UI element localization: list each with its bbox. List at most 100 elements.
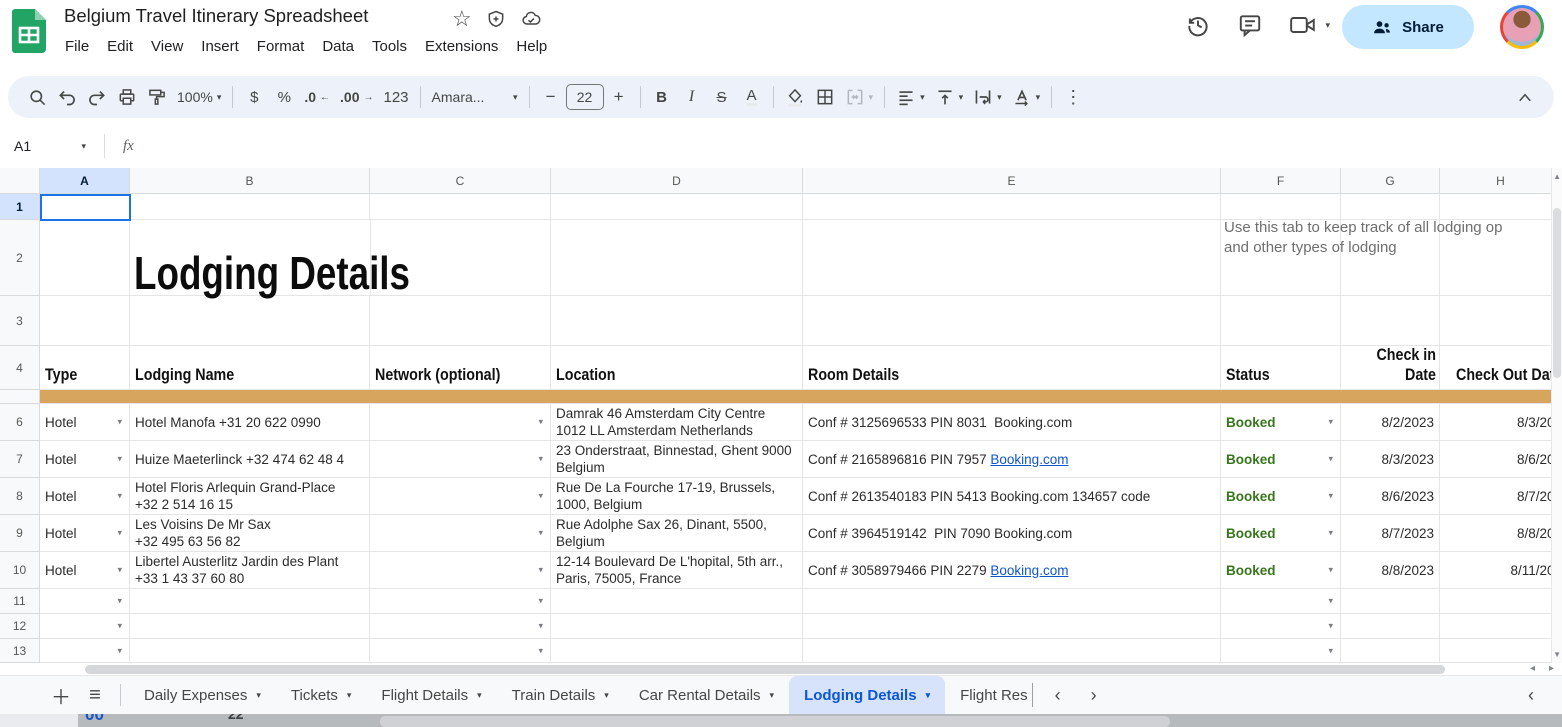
tab-car-rental-details[interactable]: Car Rental Details▾ bbox=[624, 676, 789, 714]
print-icon[interactable] bbox=[112, 81, 142, 113]
bold-icon[interactable]: B bbox=[647, 81, 677, 113]
cell[interactable] bbox=[370, 194, 551, 220]
cell[interactable] bbox=[803, 390, 1221, 404]
cell-check-out[interactable]: 8/3/202 bbox=[1440, 404, 1562, 441]
menu-extensions[interactable]: Extensions bbox=[416, 34, 507, 59]
version-history-icon[interactable] bbox=[1185, 12, 1211, 38]
tab-flight-details[interactable]: Flight Details▾ bbox=[366, 676, 496, 714]
cell-check-out[interactable]: 8/6/202 bbox=[1440, 441, 1562, 478]
cell-check-out[interactable]: 8/11/202 bbox=[1440, 552, 1562, 589]
row-header-10[interactable]: 10 bbox=[0, 552, 40, 589]
cell[interactable] bbox=[130, 296, 370, 346]
cell-location[interactable]: Rue De La Fourche 17-19, Brussels, 1000,… bbox=[551, 478, 803, 515]
cell-location[interactable]: Rue Adolphe Sax 26, Dinant, 5500, Belgiu… bbox=[551, 515, 803, 552]
column-header-A[interactable]: A bbox=[40, 168, 130, 194]
menu-file[interactable]: File bbox=[56, 34, 98, 59]
cell-type[interactable]: ▾ bbox=[40, 639, 130, 663]
tab-dropdown-icon[interactable]: ▾ bbox=[477, 690, 482, 701]
cell[interactable] bbox=[803, 639, 1221, 663]
zoom-select[interactable]: 100%▾ bbox=[172, 81, 226, 113]
formula-input[interactable] bbox=[134, 124, 1562, 168]
undo-icon[interactable] bbox=[52, 81, 82, 113]
tab-tickets[interactable]: Tickets▾ bbox=[276, 676, 366, 714]
booking-link[interactable]: Booking.com bbox=[990, 563, 1068, 578]
cell-location[interactable]: Damrak 46 Amsterdam City Centre 1012 LL … bbox=[551, 404, 803, 441]
menu-view[interactable]: View bbox=[142, 34, 192, 59]
cell[interactable] bbox=[551, 194, 803, 220]
cell-network[interactable]: ▾ bbox=[370, 404, 551, 441]
text-color-icon[interactable]: A bbox=[737, 81, 767, 113]
decrease-font-size-icon[interactable]: − bbox=[536, 81, 566, 113]
row-header-11[interactable]: 11 bbox=[0, 589, 40, 614]
cell-network[interactable]: ▾ bbox=[370, 589, 551, 614]
cell[interactable] bbox=[1440, 296, 1562, 346]
dropdown-icon[interactable]: ▾ bbox=[117, 417, 122, 428]
cell-check-out[interactable]: 8/8/202 bbox=[1440, 515, 1562, 552]
increase-decimals-icon[interactable]: .00→ bbox=[335, 81, 378, 113]
cell-check-in[interactable]: 8/2/2023 bbox=[1341, 404, 1440, 441]
cloud-saved-icon[interactable] bbox=[520, 9, 542, 29]
dropdown-icon[interactable]: ▾ bbox=[117, 596, 122, 607]
decrease-decimals-icon[interactable]: .0← bbox=[299, 81, 335, 113]
tabs-scroll-left-icon[interactable]: ‹ bbox=[1055, 685, 1061, 706]
row-header-8[interactable]: 8 bbox=[0, 478, 40, 515]
cell[interactable] bbox=[1440, 194, 1562, 220]
header-check-out[interactable]: Check Out Dat bbox=[1440, 346, 1562, 390]
cell-room-details[interactable]: Conf # 2165896816 PIN 7957 Booking.com bbox=[803, 441, 1221, 478]
strikethrough-icon[interactable]: S bbox=[707, 81, 737, 113]
borders-icon[interactable] bbox=[810, 81, 840, 113]
header-type[interactable]: Type bbox=[40, 346, 130, 390]
cell[interactable] bbox=[803, 220, 1221, 296]
cell[interactable] bbox=[1341, 390, 1440, 404]
cell[interactable] bbox=[40, 296, 130, 346]
fill-color-icon[interactable] bbox=[780, 81, 810, 113]
dropdown-icon[interactable]: ▾ bbox=[538, 645, 543, 656]
cell-status[interactable]: ▾ bbox=[1221, 614, 1341, 639]
row-header-7[interactable]: 7 bbox=[0, 441, 40, 478]
header-location[interactable]: Location bbox=[551, 346, 803, 390]
share-button[interactable]: Share bbox=[1342, 5, 1474, 49]
dropdown-icon[interactable]: ▾ bbox=[538, 528, 543, 539]
cell[interactable] bbox=[803, 194, 1221, 220]
cell[interactable] bbox=[1221, 390, 1341, 404]
header-lodging-name[interactable]: Lodging Name bbox=[130, 346, 370, 390]
row-header-2[interactable]: 2 bbox=[0, 220, 40, 296]
cell-type[interactable]: Hotel▾ bbox=[40, 404, 130, 441]
add-sheet-icon[interactable]: ＋ bbox=[44, 678, 78, 712]
search-menus-icon[interactable] bbox=[22, 81, 52, 113]
cell-lodging-name[interactable]: Hotel Floris Arlequin Grand-Place +32 2 … bbox=[130, 478, 370, 515]
format-percent-icon[interactable]: % bbox=[269, 81, 299, 113]
italic-icon[interactable]: I bbox=[677, 81, 707, 113]
cell-network[interactable]: ▾ bbox=[370, 478, 551, 515]
cell[interactable] bbox=[551, 390, 803, 404]
cell-location[interactable]: 23 Onderstraat, Binnestad, Ghent 9000 Be… bbox=[551, 441, 803, 478]
cell-room-details[interactable]: Conf # 3125696533 PIN 8031 Booking.com bbox=[803, 404, 1221, 441]
dropdown-icon[interactable]: ▾ bbox=[538, 417, 543, 428]
menu-insert[interactable]: Insert bbox=[192, 34, 248, 59]
dropdown-icon[interactable]: ▾ bbox=[117, 454, 122, 465]
cell-room-details[interactable]: Conf # 2613540183 PIN 5413 Booking.com 1… bbox=[803, 478, 1221, 515]
cell-check-in[interactable]: 8/6/2023 bbox=[1341, 478, 1440, 515]
move-to-drive-icon[interactable] bbox=[486, 9, 506, 29]
sheets-logo-icon[interactable] bbox=[12, 9, 46, 53]
side-panel-collapse-icon[interactable]: ‹ bbox=[1528, 685, 1534, 706]
cell[interactable] bbox=[1341, 296, 1440, 346]
row-header-13[interactable]: 13 bbox=[0, 639, 40, 663]
cell-network[interactable]: ▾ bbox=[370, 639, 551, 663]
cell[interactable] bbox=[40, 390, 130, 404]
dropdown-icon[interactable]: ▾ bbox=[538, 565, 543, 576]
cell[interactable] bbox=[1440, 390, 1562, 404]
row-header-6[interactable]: 6 bbox=[0, 404, 40, 441]
horizontal-scroll-thumb[interactable] bbox=[85, 665, 1445, 674]
menu-format[interactable]: Format bbox=[248, 34, 314, 59]
cell[interactable] bbox=[1341, 639, 1440, 663]
cell-type[interactable]: Hotel▾ bbox=[40, 515, 130, 552]
dropdown-icon[interactable]: ▾ bbox=[1328, 491, 1333, 502]
vertical-scroll-thumb[interactable] bbox=[1553, 208, 1561, 378]
increase-font-size-icon[interactable]: + bbox=[604, 81, 634, 113]
row-header-1[interactable]: 1 bbox=[0, 194, 40, 220]
dropdown-icon[interactable]: ▾ bbox=[1328, 621, 1333, 632]
redo-icon[interactable] bbox=[82, 81, 112, 113]
scroll-down-icon[interactable]: ▼ bbox=[1553, 650, 1561, 659]
name-box-dropdown-icon[interactable]: ▾ bbox=[81, 141, 86, 152]
